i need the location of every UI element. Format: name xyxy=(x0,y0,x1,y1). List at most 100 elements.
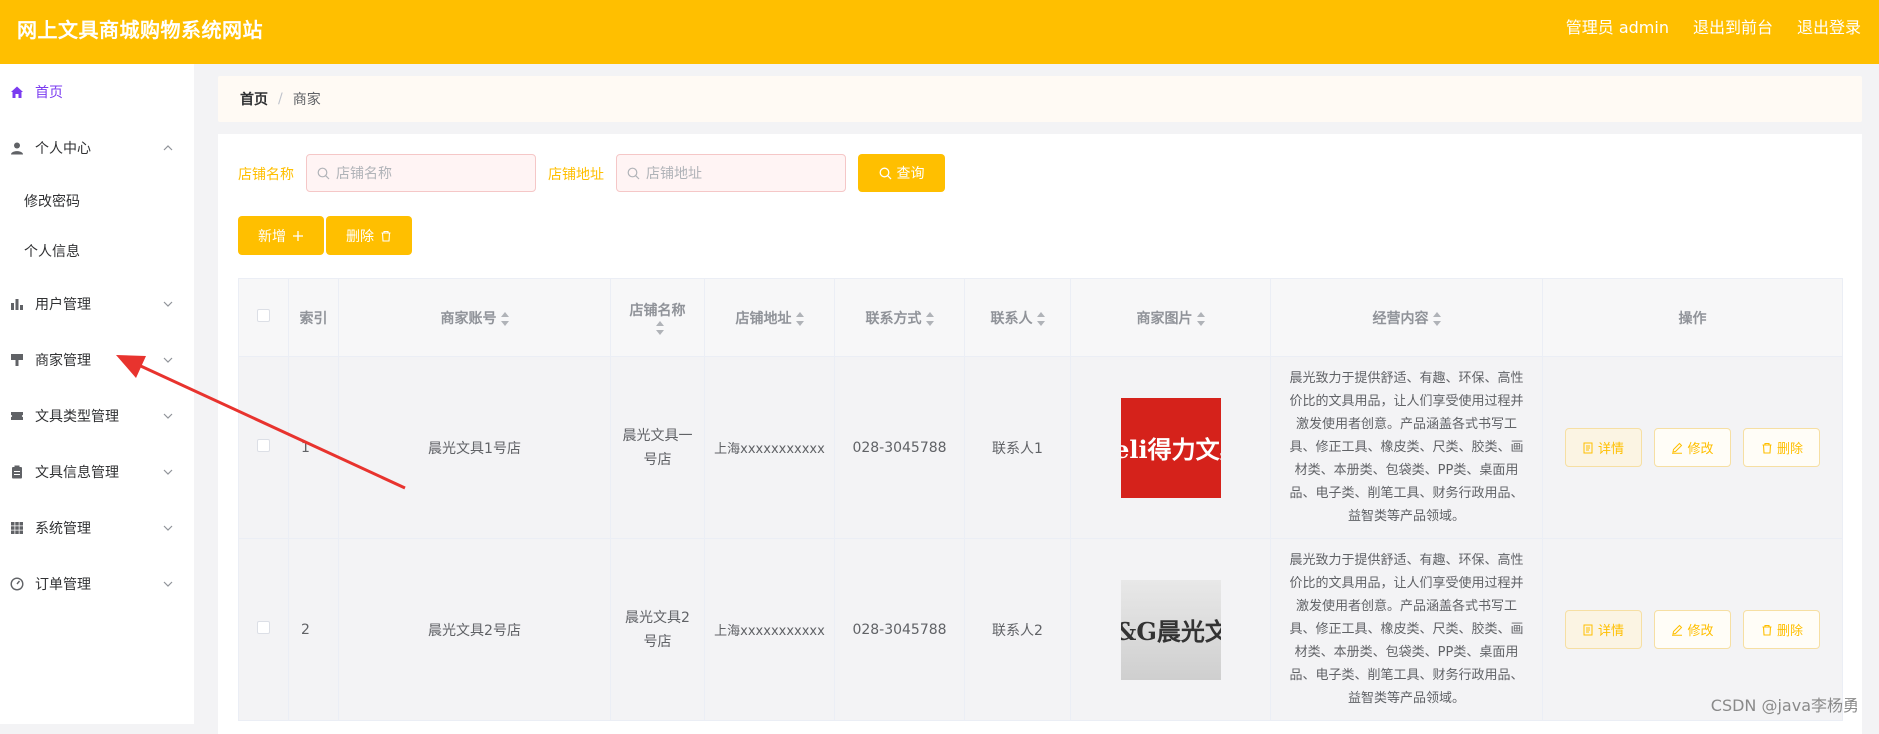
sidebar-item-label: 个人中心 xyxy=(35,141,91,157)
merchant-table: 索引 商家账号 店铺名称 店铺地址 联系方式 联系人 商家图片 经营内容 操作 … xyxy=(238,278,1843,721)
select-all-cell[interactable] xyxy=(238,278,289,357)
query-button[interactable]: 查询 xyxy=(858,154,945,192)
header-label: 经营内容 xyxy=(1372,310,1429,327)
search-icon xyxy=(627,167,640,179)
cell-contact-person: 联系人2 xyxy=(964,538,1071,721)
chevron-down-icon xyxy=(163,413,173,419)
header-shop-name[interactable]: 店铺名称 xyxy=(610,278,705,357)
back-to-front-link[interactable]: 退出到前台 xyxy=(1693,14,1773,38)
sidebar-item-stationery-info-mgmt[interactable]: 文具信息管理 xyxy=(0,452,194,492)
row-select-cell[interactable] xyxy=(238,538,289,721)
edit-button-label: 修改 xyxy=(1687,442,1714,457)
logout-link[interactable]: 退出登录 xyxy=(1797,14,1861,38)
sidebar-item-label: 用户管理 xyxy=(35,297,91,313)
select-all-checkbox[interactable] xyxy=(257,309,270,322)
row-delete-button[interactable]: 删除 xyxy=(1743,428,1821,467)
cell-shop-address: 上海xxxxxxxxxxx xyxy=(704,356,835,539)
header-image[interactable]: 商家图片 xyxy=(1070,278,1271,357)
sidebar-item-personal-info[interactable]: 个人信息 xyxy=(0,233,194,269)
chevron-down-icon xyxy=(163,357,173,363)
shop-name-placeholder: 店铺名称 xyxy=(336,166,392,182)
cell-index: 2 xyxy=(288,538,339,721)
edit-button[interactable]: 修改 xyxy=(1654,610,1731,649)
breadcrumb-current: 商家 xyxy=(292,92,321,108)
chevron-up-icon xyxy=(163,145,173,151)
sidebar-item-system-mgmt[interactable]: 系统管理 xyxy=(0,508,194,548)
sidebar-item-stationery-type-mgmt[interactable]: 文具类型管理 xyxy=(0,396,194,436)
header-account[interactable]: 商家账号 xyxy=(338,278,611,357)
header-label: 索引 xyxy=(299,310,328,327)
delete-button[interactable]: 删除 xyxy=(326,216,412,255)
cell-operation: 详情 修改 删除 xyxy=(1542,356,1843,539)
shop-name-label: 店铺名称 xyxy=(238,167,294,183)
sidebar-item-label: 修改密码 xyxy=(24,194,80,210)
sidebar-item-personal-center[interactable]: 个人中心 xyxy=(0,128,194,168)
add-button-label: 新增 xyxy=(258,228,286,245)
document-icon xyxy=(1583,442,1593,453)
sidebar-item-merchant-mgmt[interactable]: 商家管理 xyxy=(0,340,194,380)
cell-shop-name: 晨光文具一号店 xyxy=(610,356,705,539)
sort-icon[interactable] xyxy=(1196,311,1205,326)
admin-label: 管理员 admin xyxy=(1565,18,1669,37)
sidebar-item-user-mgmt[interactable]: 用户管理 xyxy=(0,284,194,324)
sidebar-item-label: 文具信息管理 xyxy=(35,465,119,481)
row-select-cell[interactable] xyxy=(238,356,289,539)
header-label: 店铺地址 xyxy=(735,310,792,327)
detail-button[interactable]: 详情 xyxy=(1564,428,1642,467)
cell-business: 晨光致力于提供舒适、有趣、环保、高性价比的文具用品，让人们享受使用过程并激发使用… xyxy=(1270,356,1543,539)
dashboard-icon xyxy=(9,576,25,592)
cell-shop-name: 晨光文具2号店 xyxy=(610,538,705,721)
sidebar-item-label: 系统管理 xyxy=(35,521,91,537)
add-button[interactable]: 新增 xyxy=(238,216,324,255)
sidebar-item-order-mgmt[interactable]: 订单管理 xyxy=(0,564,194,604)
cell-image: M&G晨光文具 xyxy=(1070,538,1271,721)
cell-account: 晨光文具2号店 xyxy=(338,538,611,721)
header-operation: 操作 xyxy=(1542,278,1843,357)
edit-icon xyxy=(1672,442,1683,454)
header-business[interactable]: 经营内容 xyxy=(1270,278,1543,357)
ticket-icon xyxy=(9,408,25,424)
detail-button[interactable]: 详情 xyxy=(1564,610,1642,649)
chevron-down-icon xyxy=(163,469,173,475)
chevron-down-icon xyxy=(163,301,173,307)
plus-icon xyxy=(293,230,303,241)
home-icon xyxy=(9,84,25,100)
cell-index: 1 xyxy=(288,356,339,539)
watermark: CSDN @java李杨勇 xyxy=(1710,696,1859,715)
sort-icon[interactable] xyxy=(925,311,934,326)
table-row: 2 晨光文具2号店 晨光文具2号店 上海xxxxxxxxxxx 028-3045… xyxy=(238,538,1843,721)
cell-contact-method: 028-3045788 xyxy=(834,356,965,539)
header-label: 操作 xyxy=(1678,310,1707,327)
row-checkbox[interactable] xyxy=(257,439,270,452)
header-label: 商家图片 xyxy=(1136,310,1193,327)
row-checkbox[interactable] xyxy=(257,621,270,634)
header-contact-method[interactable]: 联系方式 xyxy=(834,278,965,357)
row-delete-button[interactable]: 删除 xyxy=(1743,610,1821,649)
sort-icon[interactable] xyxy=(500,311,509,326)
header-label: 商家账号 xyxy=(440,310,497,327)
sort-icon[interactable] xyxy=(655,320,664,335)
cell-contact-person: 联系人1 xyxy=(964,356,1071,539)
user-icon xyxy=(9,140,25,156)
edit-button[interactable]: 修改 xyxy=(1654,428,1731,467)
trash-icon xyxy=(1762,624,1772,636)
merchant-image: deli得力文具 xyxy=(1120,397,1221,498)
sort-icon[interactable] xyxy=(1432,311,1441,326)
sidebar-item-label: 首页 xyxy=(35,85,63,101)
top-header: 网上文具商城购物系统网站 管理员 admin 退出到前台 退出登录 xyxy=(0,0,1879,64)
cell-account: 晨光文具1号店 xyxy=(338,356,611,539)
search-icon xyxy=(317,167,330,179)
merchant-image: M&G晨光文具 xyxy=(1120,579,1221,680)
table-row: 1 晨光文具1号店 晨光文具一号店 上海xxxxxxxxxxx 028-3045… xyxy=(238,356,1843,539)
row-delete-button-label: 删除 xyxy=(1776,442,1803,457)
header-contact-person[interactable]: 联系人 xyxy=(964,278,1071,357)
sidebar-item-change-password[interactable]: 修改密码 xyxy=(0,183,194,219)
breadcrumb-home[interactable]: 首页 xyxy=(240,89,268,109)
shop-name-input[interactable]: 店铺名称 xyxy=(306,154,536,192)
trash-icon xyxy=(1762,442,1772,454)
sort-icon[interactable] xyxy=(1036,311,1045,326)
shop-address-input[interactable]: 店铺地址 xyxy=(616,154,846,192)
sidebar-item-home[interactable]: 首页 xyxy=(0,72,194,112)
sort-icon[interactable] xyxy=(795,311,804,326)
header-shop-address[interactable]: 店铺地址 xyxy=(704,278,835,357)
